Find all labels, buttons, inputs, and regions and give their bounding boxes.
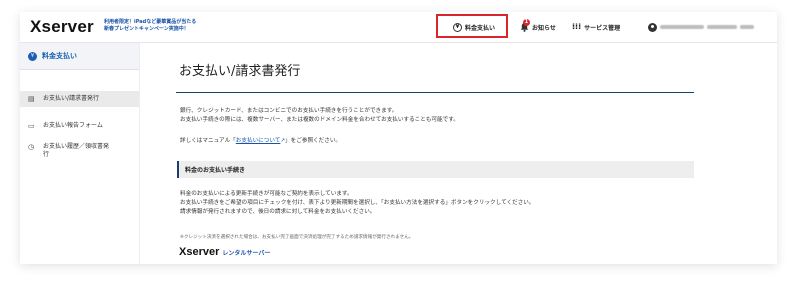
grid-icon: ⁞⁞⁞ — [572, 22, 582, 31]
sidebar-heading-label: 料金支払い — [42, 52, 77, 60]
intro-text: 銀行、クレジットカード、またはコンビニでのお支払い手続きを行うことができます。 … — [180, 107, 700, 125]
promo-line-1: 利用者限定！iPadなど豪華賞品が当たる — [104, 19, 197, 25]
intro-line-2: お支払い手続きの際には、複数サーバー、または複数のドメイン料金を合わせてお支払い… — [180, 117, 459, 123]
body-line-3: 請求情報が発行されますので、後日の請求に対して料金をお支払いください。 — [180, 209, 376, 215]
app-window: Xserver 利用者限定！iPadなど豪華賞品が当たる 新春プレゼントキャンペ… — [20, 12, 777, 264]
xserver-logo[interactable]: Xserver — [30, 17, 94, 37]
sidebar-heading[interactable]: ¥ 料金支払い — [20, 43, 139, 70]
bell-icon: 1 — [520, 19, 530, 32]
user-name-redacted — [660, 25, 754, 29]
clock-icon: ◷ — [28, 143, 35, 151]
nav-service-label: サービス管理 — [584, 24, 621, 32]
nav-news-button[interactable]: 1 お知らせ — [520, 12, 556, 42]
footer-brand: Xserver レンタルサーバー — [179, 246, 270, 258]
sidebar-item-label: お支払い/請求書発行 — [43, 95, 100, 102]
promo-line-2: 新春プレゼントキャンペーン実施中！ — [104, 26, 189, 32]
highlight-box — [436, 14, 508, 38]
nav-news-label: お知らせ — [532, 24, 556, 32]
top-header: Xserver 利用者限定！iPadなど豪華賞品が当たる 新春プレゼントキャンペ… — [20, 12, 777, 43]
nav-payment-button[interactable]: ¥ 料金支払い — [436, 12, 512, 42]
footer-logo-sub: レンタルサーバー — [222, 250, 271, 257]
document-icon: ▤ — [28, 95, 35, 103]
manual-link[interactable]: お支払いについて — [236, 138, 281, 144]
sidebar-item-label: お支払い履歴／領収書発行 — [43, 143, 110, 158]
manual-prefix: 詳しくはマニュアル「 — [180, 138, 236, 144]
yen-circle-icon: ¥ — [28, 51, 37, 61]
footer-logo: Xserver — [179, 246, 220, 258]
main-content: お支払い/請求書発行 銀行、クレジットカード、またはコンビニでのお支払い手続きを… — [140, 43, 777, 264]
page-title: お支払い/請求書発行 — [179, 64, 301, 79]
manual-suffix: 」をご参照ください。 — [285, 138, 342, 144]
nav-service-button[interactable]: ⁞⁞⁞ サービス管理 — [572, 12, 620, 42]
sidebar-item-label: お支払い報告フォーム — [43, 122, 103, 129]
section-body: 料金のお支払いによる更新手続きが可能なご契約を表示しています。 お支払い手続きを… — [180, 190, 700, 217]
title-divider — [176, 92, 694, 93]
sidebar-item-payment-invoice[interactable]: ▤ お支払い/請求書発行 — [20, 91, 139, 107]
news-count-badge: 1 — [523, 19, 530, 26]
nav-user-menu[interactable] — [648, 12, 754, 42]
sidebar: ¥ 料金支払い ▤ お支払い/請求書発行 ▭ お支払い報告フォーム ◷ お支払い… — [20, 43, 140, 264]
body-line-2: お支払い手続きをご希望の項目にチェックを付け、表下より更新期間を選択し、「お支払… — [180, 200, 535, 206]
section-title: 料金のお支払い手続き — [185, 167, 246, 174]
sidebar-item-payment-report[interactable]: ▭ お支払い報告フォーム — [20, 120, 139, 132]
credit-note: ※クレジット決済を選択された場合は、お支払い完了画面で決済処理が完了するため請求… — [180, 235, 414, 240]
intro-line-1: 銀行、クレジットカード、またはコンビニでのお支払い手続きを行うことができます。 — [180, 108, 398, 114]
section-header: 料金のお支払い手続き — [177, 161, 694, 178]
form-icon: ▭ — [28, 122, 35, 130]
sidebar-item-payment-history[interactable]: ◷ お支払い履歴／領収書発行 — [20, 143, 139, 163]
user-icon — [648, 22, 657, 32]
promo-banner[interactable]: 利用者限定！iPadなど豪華賞品が当たる 新春プレゼントキャンペーン実施中！ — [104, 19, 274, 33]
body-line-1: 料金のお支払いによる更新手続きが可能なご契約を表示しています。 — [180, 191, 353, 197]
manual-reference: 詳しくはマニュアル「お支払いについて↗」をご参照ください。 — [180, 137, 700, 146]
